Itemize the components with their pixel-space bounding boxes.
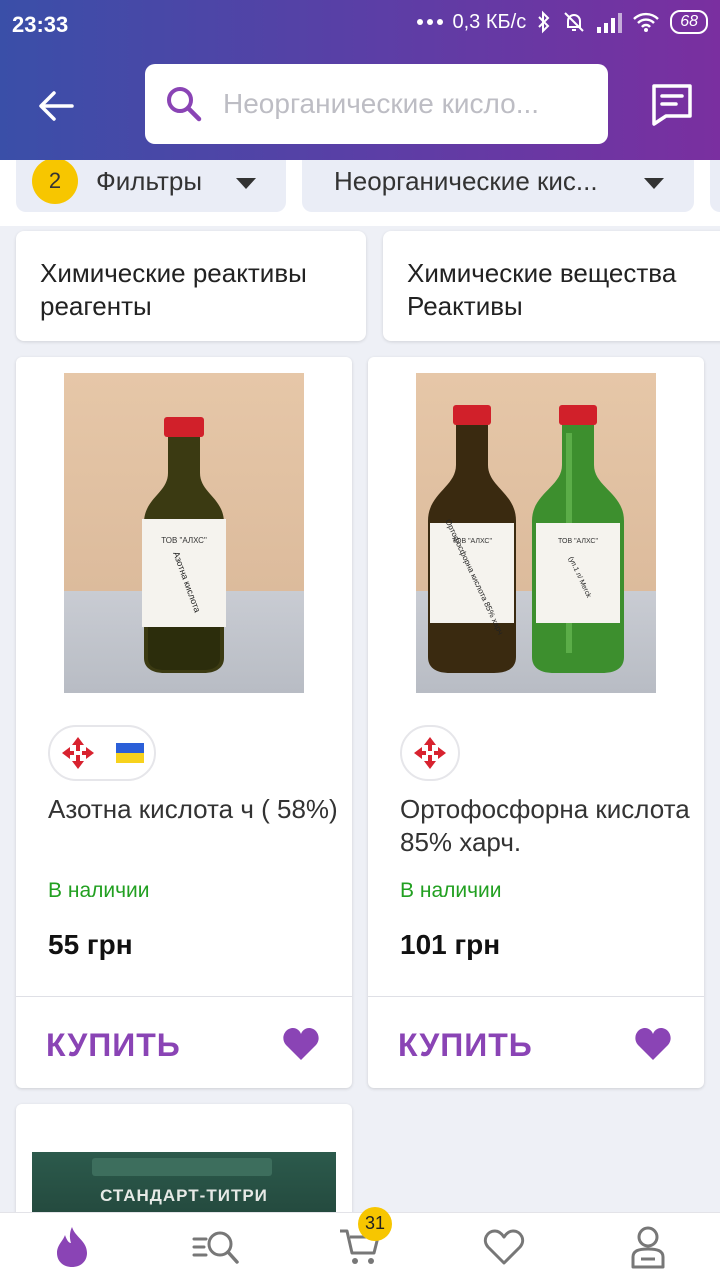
availability-status: В наличии [400,879,502,902]
buy-button[interactable]: КУПИТЬ [46,1027,181,1064]
status-indicators: 0,3 КБ/с 68 [416,10,708,34]
more-dots-icon [416,19,443,25]
chat-button[interactable] [648,80,696,128]
product-image-caption: СТАНДАРТ-ТИТРИ [100,1186,268,1205]
filter-bar: 2 Фильтры Неорганические кис... [0,160,720,226]
chevron-down-icon [236,178,256,189]
availability-status: В наличии [48,879,150,902]
favorites-icon [483,1229,525,1264]
product-card[interactable]: ТОВ "АЛХС" Ортофосфорна кислота 85% харч… [368,357,704,1088]
mute-bell-icon [564,12,584,32]
battery-level: 68 [670,10,708,34]
category-dropdown[interactable]: Неорганические кис... [302,160,694,212]
search-box[interactable] [145,64,608,144]
bottle-label-company: ТОВ "АЛХС" [558,538,598,545]
wifi-icon [633,12,660,32]
category-chip-substances[interactable]: Химические вещества Реактивы [383,231,720,341]
product-image: ТОВ "АЛХС" Азотна кислота [64,373,304,693]
nav-favorites[interactable] [474,1217,534,1277]
chat-icon [652,84,692,126]
product-card[interactable]: ТОВ "АЛХС" Азотна кислота Азотна кислота… [16,357,352,1088]
category-chip-reagents[interactable]: Химические реактивы реагенты [16,231,366,341]
cart-count-badge: 31 [358,1206,392,1241]
home-flame-icon [57,1226,87,1267]
card-divider [16,996,352,997]
product-price: 101 грн [400,929,501,960]
delivery-badges [48,725,156,781]
bluetooth-icon [538,10,550,34]
nova-poshta-icon [414,737,446,769]
filter-count-badge: 2 [32,160,78,204]
status-time: 23:33 [12,12,69,37]
app-header: 23:33 0,3 КБ/с 68 [0,0,720,160]
next-filter-chip[interactable] [710,160,720,212]
buy-button[interactable]: КУПИТЬ [398,1027,533,1064]
profile-icon [631,1226,665,1268]
nav-profile[interactable] [618,1217,678,1277]
category-dropdown-label: Неорганические кис... [334,165,598,196]
bottom-navigation: 31 [0,1206,720,1280]
nav-cart[interactable]: 31 [330,1206,392,1277]
heart-icon[interactable] [282,1026,320,1062]
catalog-search-icon [192,1231,239,1264]
delivery-badges [400,725,460,781]
back-button[interactable] [30,80,82,132]
arrow-left-icon [39,91,74,121]
signal-icon [597,13,623,33]
filters-label: Фильтры [96,165,203,196]
search-input[interactable] [223,88,583,120]
filters-dropdown[interactable]: 2 Фильтры [16,160,286,212]
status-bar: 23:33 0,3 КБ/с 68 [0,0,720,50]
bottle-label-company: ТОВ "АЛХС" [161,536,207,545]
nav-home[interactable] [42,1217,102,1277]
nav-catalog[interactable] [186,1217,246,1277]
product-title: Ортофосфорна кислота 85% харч. [400,794,690,857]
chevron-down-icon [644,178,664,189]
heart-icon[interactable] [634,1026,672,1062]
product-price: 55 грн [48,929,133,960]
nova-poshta-icon [62,737,94,769]
search-icon [167,87,202,122]
product-image: ТОВ "АЛХС" Ортофосфорна кислота 85% харч… [416,373,656,693]
product-title: Азотна кислота ч ( 58%) [48,794,338,824]
ukraine-flag-icon [116,743,144,763]
card-divider [368,996,704,997]
network-speed: 0,3 КБ/с [452,10,527,33]
